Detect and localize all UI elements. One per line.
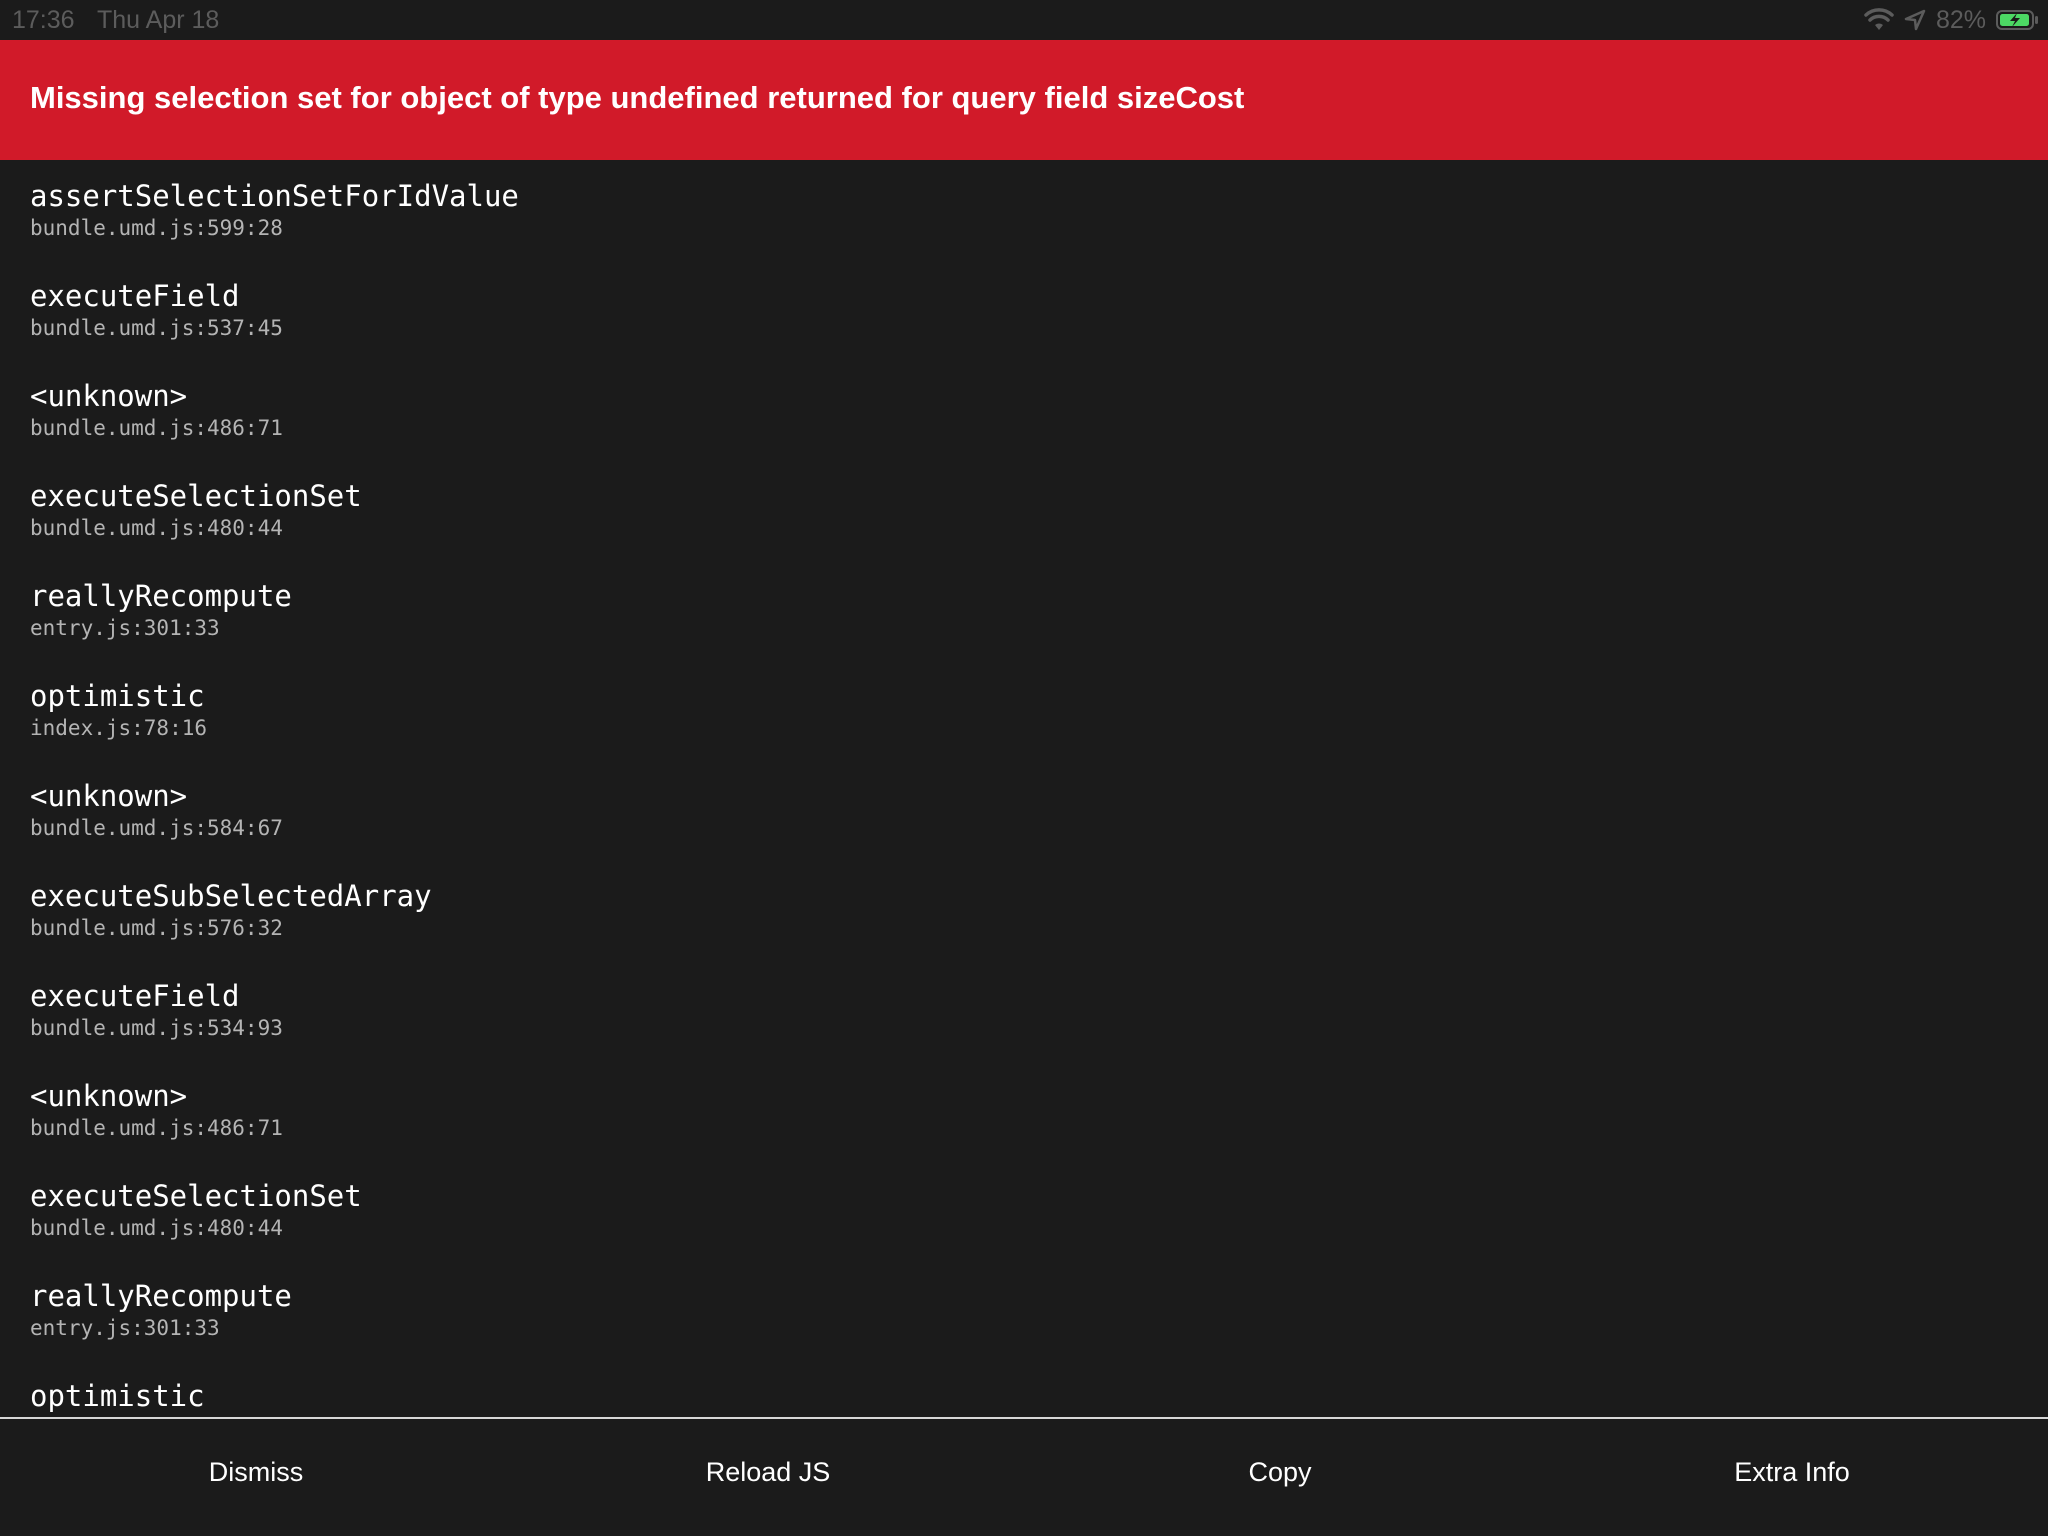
wifi-icon bbox=[1864, 8, 1894, 32]
stack-frame-method: optimistic bbox=[30, 1379, 205, 1413]
stack-frame-location: bundle.umd.js:584:67 bbox=[30, 816, 283, 840]
status-date: Thu Apr 18 bbox=[97, 6, 220, 34]
copy-button[interactable]: Copy bbox=[1024, 1419, 1536, 1536]
stack-frame-location: bundle.umd.js:480:44 bbox=[30, 1216, 283, 1240]
stack-frame[interactable]: <unknown> bundle.umd.js:584:67 bbox=[30, 778, 1930, 842]
redbox-error-screen: 17:36 Thu Apr 18 82% Missing selection s… bbox=[0, 0, 2048, 1536]
stack-frame-method: <unknown> bbox=[30, 779, 188, 813]
stack-frame-method: executeField bbox=[30, 979, 240, 1013]
reload-js-button[interactable]: Reload JS bbox=[512, 1419, 1024, 1536]
stack-frame[interactable]: executeSubSelectedArray bundle.umd.js:576… bbox=[30, 878, 1930, 942]
stack-frame-location: bundle.umd.js:537:45 bbox=[30, 316, 283, 340]
bottom-toolbar: Dismiss Reload JS Copy Extra Info bbox=[0, 1417, 2048, 1536]
stack-frame[interactable]: <unknown> bundle.umd.js:486:71 bbox=[30, 378, 1930, 442]
stack-frame-location: bundle.umd.js:576:32 bbox=[30, 916, 283, 940]
stack-frame-method: <unknown> bbox=[30, 379, 188, 413]
dismiss-button[interactable]: Dismiss bbox=[0, 1419, 512, 1536]
status-bar: 17:36 Thu Apr 18 82% bbox=[0, 0, 2048, 40]
stack-frame-method: <unknown> bbox=[30, 1079, 188, 1113]
stack-frame-method: executeSelectionSet bbox=[30, 1179, 362, 1213]
status-indicators: 82% bbox=[1864, 6, 2040, 34]
battery-charging-icon bbox=[1996, 9, 2040, 31]
stack-frame-method: executeField bbox=[30, 279, 240, 313]
stack-frame[interactable]: <unknown> bundle.umd.js:486:71 bbox=[30, 1078, 1930, 1142]
stack-frame-location: entry.js:301:33 bbox=[30, 1316, 220, 1340]
stack-frame-method: executeSubSelectedArray bbox=[30, 879, 432, 913]
stack-frame[interactable]: reallyRecompute entry.js:301:33 bbox=[30, 578, 1930, 642]
stack-frame-location: entry.js:301:33 bbox=[30, 616, 220, 640]
stack-frame[interactable]: executeField bundle.umd.js:534:93 bbox=[30, 978, 1930, 1042]
stack-frame[interactable]: executeSelectionSet bundle.umd.js:480:44 bbox=[30, 1178, 1930, 1242]
extra-info-button[interactable]: Extra Info bbox=[1536, 1419, 2048, 1536]
stack-frame-location: index.js:78:16 bbox=[30, 716, 208, 740]
stack-frame[interactable]: optimistic index.js:78:16 bbox=[30, 678, 1930, 742]
stack-trace-list[interactable]: assertSelectionSetForIdValue bundle.umd.j… bbox=[0, 160, 2048, 1417]
stack-frame-method: assertSelectionSetForIdValue bbox=[30, 179, 519, 213]
status-time: 17:36 bbox=[12, 6, 75, 34]
stack-frame-method: reallyRecompute bbox=[30, 1279, 292, 1313]
error-message: Missing selection set for object of type… bbox=[30, 80, 1245, 115]
stack-frame[interactable]: reallyRecompute entry.js:301:33 bbox=[30, 1278, 1930, 1342]
stack-frame-location: bundle.umd.js:486:71 bbox=[30, 1116, 283, 1140]
battery-percent: 82% bbox=[1935, 5, 1986, 34]
stack-frame[interactable]: executeField bundle.umd.js:537:45 bbox=[30, 278, 1930, 342]
stack-frame-location: bundle.umd.js:599:28 bbox=[30, 216, 283, 240]
stack-frame-location: bundle.umd.js:534:93 bbox=[30, 1016, 283, 1040]
stack-frame[interactable]: assertSelectionSetForIdValue bundle.umd.j… bbox=[30, 178, 1930, 242]
stack-frame[interactable]: optimistic bbox=[30, 1378, 1930, 1414]
location-arrow-icon bbox=[1904, 9, 1926, 31]
stack-frame[interactable]: executeSelectionSet bundle.umd.js:480:44 bbox=[30, 478, 1930, 542]
error-banner: Missing selection set for object of type… bbox=[0, 40, 2048, 160]
stack-frame-method: optimistic bbox=[30, 679, 205, 713]
stack-frame-location: bundle.umd.js:486:71 bbox=[30, 416, 283, 440]
stack-frame-location: bundle.umd.js:480:44 bbox=[30, 516, 283, 540]
stack-frame-method: executeSelectionSet bbox=[30, 479, 362, 513]
stack-frame-method: reallyRecompute bbox=[30, 579, 292, 613]
